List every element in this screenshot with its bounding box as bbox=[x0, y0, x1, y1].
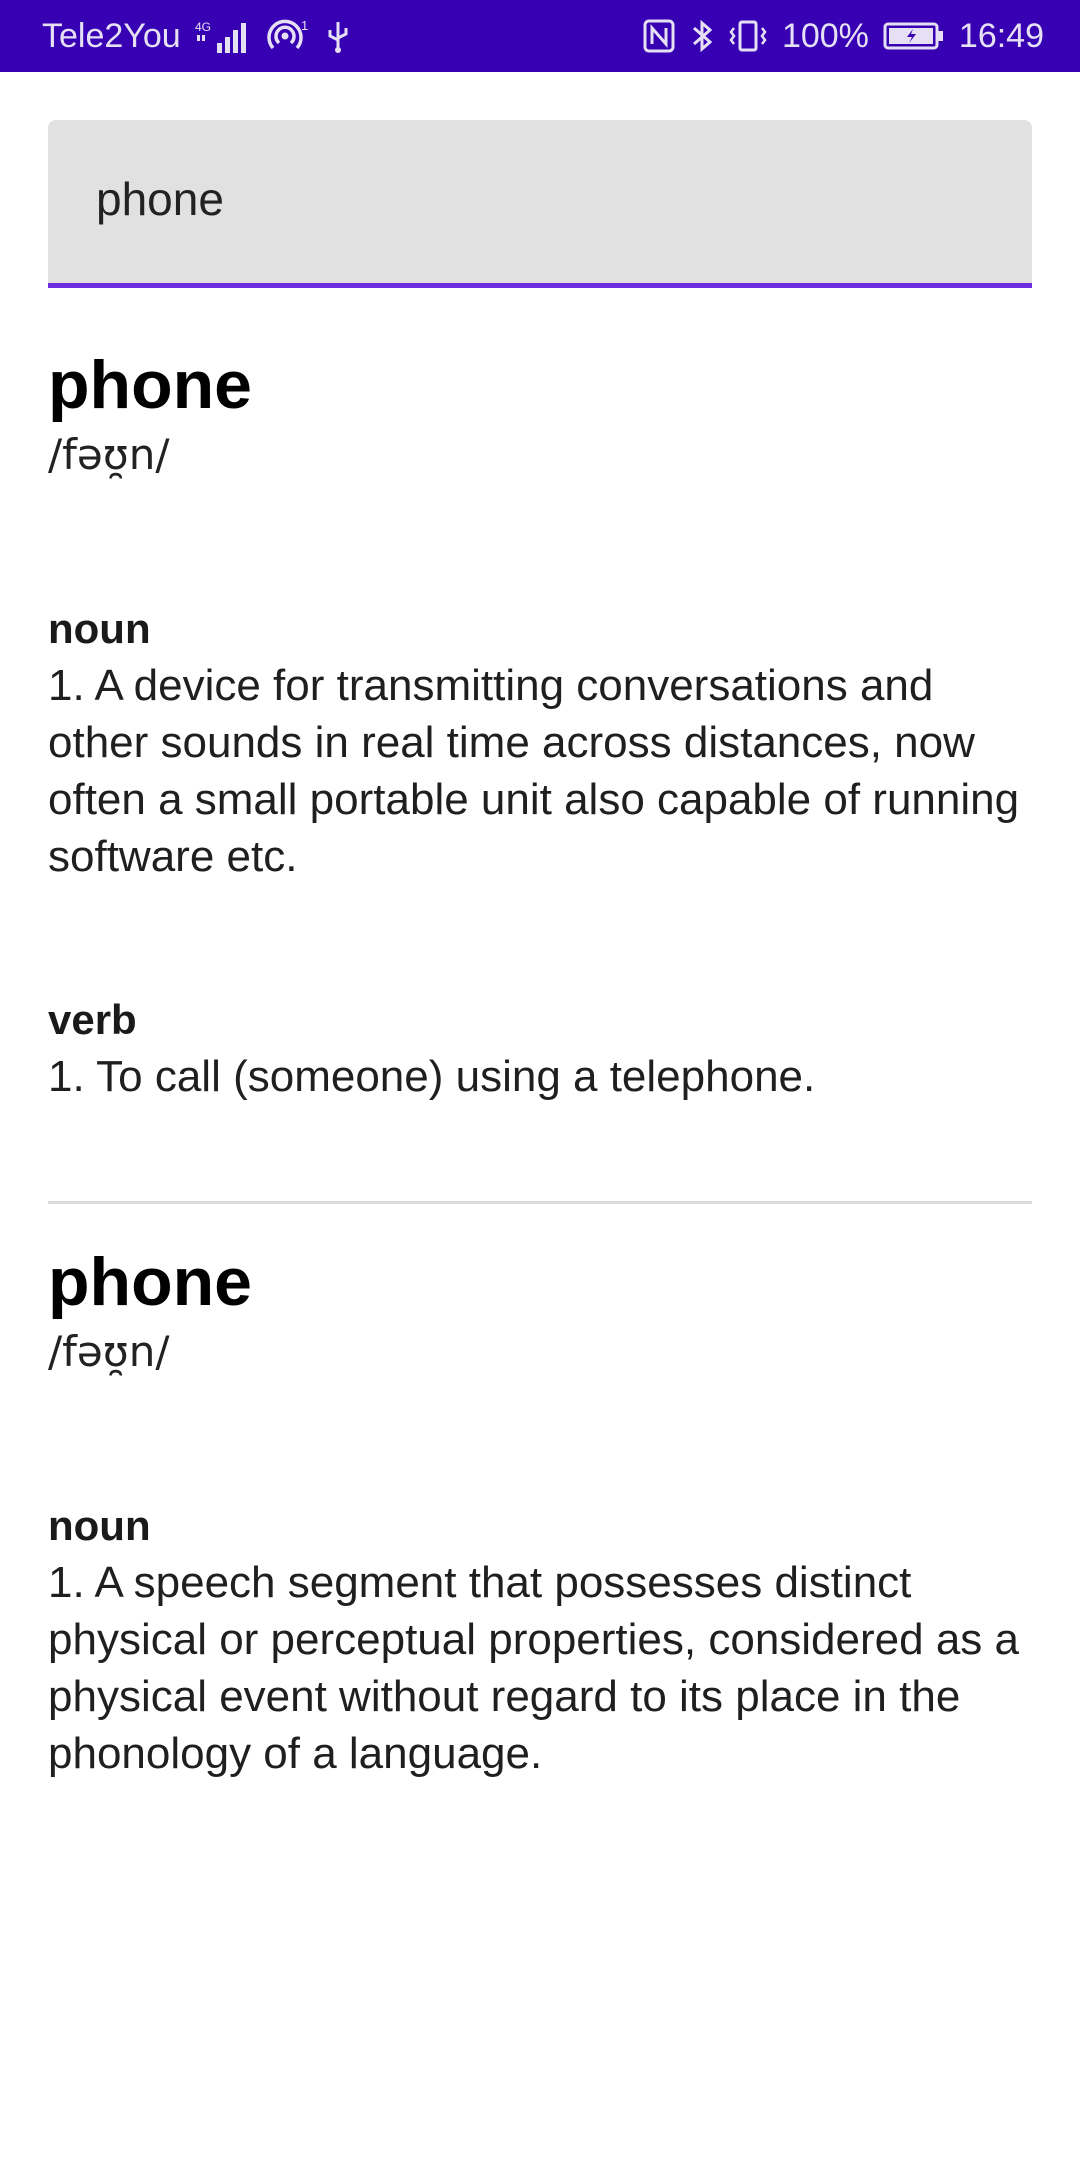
battery-percent: 100% bbox=[781, 16, 869, 55]
part-of-speech: noun bbox=[48, 605, 151, 652]
meaning-block: noun 1. A device for transmitting conver… bbox=[48, 601, 1032, 885]
signal-icon: 4G bbox=[195, 16, 253, 56]
entry-divider bbox=[48, 1201, 1032, 1204]
definition-text: 1. A speech segment that possesses disti… bbox=[48, 1558, 1019, 1778]
hotspot-icon: 1 bbox=[266, 16, 311, 56]
svg-text:1: 1 bbox=[301, 18, 308, 33]
search-field[interactable] bbox=[48, 120, 1032, 288]
carrier-name: Tele2You bbox=[42, 16, 181, 55]
status-right: 100% 16:49 bbox=[642, 16, 1044, 56]
definition-text: 1. A device for transmitting conversatio… bbox=[48, 661, 1020, 881]
entry-word: phone bbox=[48, 347, 252, 423]
svg-text:4G: 4G bbox=[195, 20, 211, 34]
entry-word: phone bbox=[48, 1244, 252, 1320]
meaning-block: noun 1. A speech segment that possesses … bbox=[48, 1498, 1032, 1782]
search-input[interactable] bbox=[96, 172, 976, 226]
part-of-speech: verb bbox=[48, 996, 137, 1043]
definition-text: 1. To call (someone) using a telephone. bbox=[48, 1052, 816, 1101]
entry-phonetic: /fəʊ̯n/ bbox=[48, 430, 170, 479]
usb-icon bbox=[325, 16, 351, 56]
meaning-block: verb 1. To call (someone) using a teleph… bbox=[48, 992, 1032, 1105]
dictionary-entry: phone /fəʊ̯n/ noun 1. A speech segment t… bbox=[48, 1242, 1032, 1782]
nfc-icon bbox=[642, 16, 676, 56]
entry-phonetic: /fəʊ̯n/ bbox=[48, 1327, 170, 1376]
clock: 16:49 bbox=[958, 16, 1044, 55]
status-bar: Tele2You 4G 1 100% 16:49 bbox=[0, 0, 1080, 72]
battery-icon bbox=[883, 16, 945, 56]
dictionary-results: phone /fəʊ̯n/ noun 1. A device for trans… bbox=[48, 345, 1032, 1782]
part-of-speech: noun bbox=[48, 1502, 151, 1549]
dictionary-entry: phone /fəʊ̯n/ noun 1. A device for trans… bbox=[48, 345, 1032, 1105]
bluetooth-icon bbox=[690, 16, 714, 56]
status-left: Tele2You 4G 1 bbox=[42, 16, 351, 56]
vibrate-icon bbox=[728, 16, 768, 56]
